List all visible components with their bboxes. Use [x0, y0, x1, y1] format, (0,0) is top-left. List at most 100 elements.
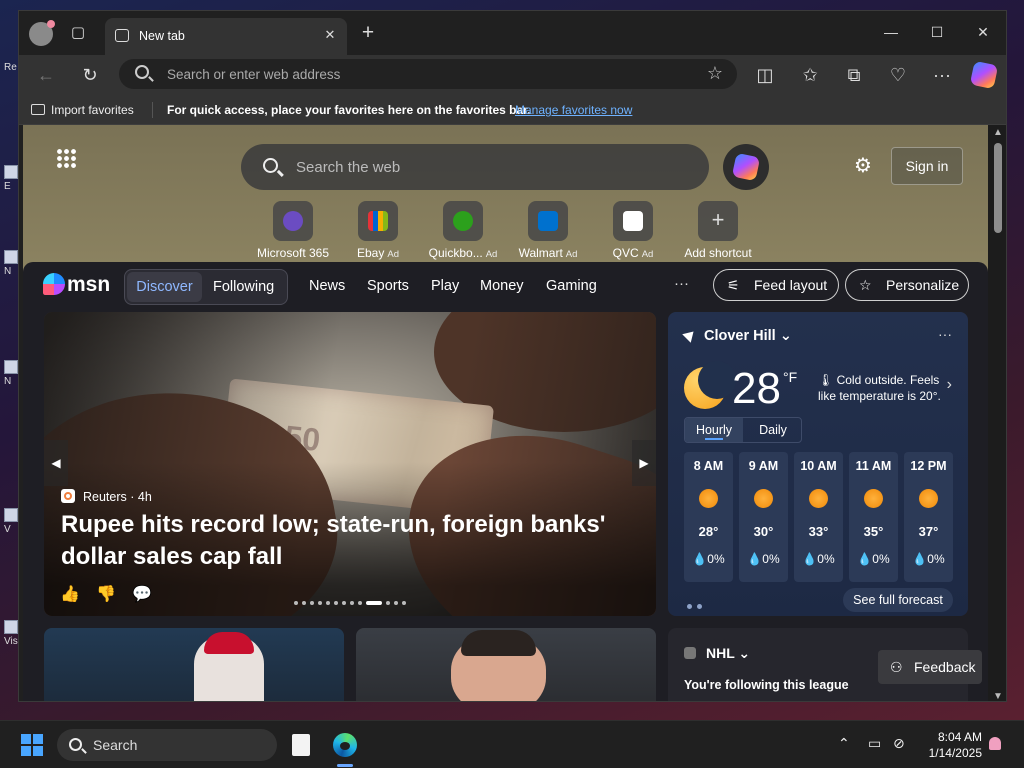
- refresh-button[interactable]: ↻: [78, 63, 102, 87]
- hour-item[interactable]: 11 AM 35° 💧0%: [849, 452, 898, 582]
- chevron-right-icon[interactable]: ›: [947, 376, 952, 394]
- news-source: Reuters · 4h: [61, 489, 152, 504]
- close-window-button[interactable]: ✕: [971, 21, 995, 43]
- close-tab-icon[interactable]: ✕: [321, 26, 339, 44]
- display-icon[interactable]: ▭: [868, 735, 881, 752]
- weather-more-icon[interactable]: ···: [938, 326, 952, 342]
- scroll-down-icon[interactable]: ▼: [992, 691, 1004, 701]
- shortcut-quickbooks[interactable]: Quickbo... Ad: [423, 201, 503, 260]
- weather-description[interactable]: 🌡 Cold outside. Feels like temperature i…: [818, 372, 943, 404]
- hour-item[interactable]: 10 AM 33° 💧0%: [794, 452, 843, 582]
- sun-icon: [754, 489, 773, 508]
- shortcut-walmart[interactable]: Walmart Ad: [508, 201, 588, 260]
- split-screen-icon[interactable]: ◫: [753, 63, 777, 87]
- windows-start-icon[interactable]: [21, 734, 43, 756]
- weather-unit: °F: [783, 369, 798, 385]
- hour-item[interactable]: 9 AM 30° 💧0%: [739, 452, 788, 582]
- ad-badge: Ad: [387, 249, 399, 260]
- msn-logo[interactable]: msn: [43, 273, 110, 297]
- shortcut-ebay[interactable]: Ebay Ad: [338, 201, 418, 260]
- favorites-message: For quick access, place your favorites h…: [167, 103, 531, 117]
- carousel-indicator: [294, 594, 414, 605]
- news-card[interactable]: [356, 628, 656, 701]
- workspaces-icon[interactable]: ▢: [67, 22, 89, 44]
- nhl-league-dropdown[interactable]: NHL ⌄: [684, 645, 750, 662]
- tab-discover[interactable]: Discover: [127, 272, 202, 302]
- sliders-icon: ⚟: [727, 277, 740, 293]
- nav-sports[interactable]: Sports: [367, 278, 409, 294]
- ebay-icon: [368, 211, 388, 231]
- weather-page-dots[interactable]: [687, 597, 707, 612]
- comment-icon[interactable]: 💬: [132, 584, 152, 604]
- nav-news[interactable]: News: [309, 278, 345, 294]
- nav-money[interactable]: Money: [480, 278, 524, 294]
- back-button[interactable]: ←: [34, 63, 58, 87]
- import-favorites-button[interactable]: Import favorites: [31, 103, 134, 117]
- address-input[interactable]: Search or enter web address ☆: [119, 59, 737, 89]
- chevron-up-icon[interactable]: ⌃: [838, 735, 850, 752]
- personalize-button[interactable]: ☆ Personalize: [845, 269, 969, 301]
- nav-gaming[interactable]: Gaming: [546, 278, 597, 294]
- see-full-forecast-button[interactable]: See full forecast: [843, 588, 953, 612]
- hero-headline[interactable]: Rupee hits record low; state-run, foreig…: [61, 509, 621, 573]
- nav-play[interactable]: Play: [431, 278, 459, 294]
- weather-location[interactable]: Clover Hill ⌄: [682, 327, 792, 344]
- carousel-prev-button[interactable]: ◀: [44, 440, 68, 486]
- hour-item[interactable]: 12 PM 37° 💧0%: [904, 452, 953, 582]
- tab-hourly[interactable]: Hourly: [685, 418, 743, 442]
- scrollbar-thumb[interactable]: [994, 143, 1002, 233]
- page-scrollbar[interactable]: ▲ ▼: [988, 125, 1006, 701]
- feed-toggle: Discover Following: [124, 269, 288, 305]
- settings-gear-icon[interactable]: ⚙: [851, 154, 875, 178]
- feed-layout-button[interactable]: ⚟ Feed layout: [713, 269, 839, 301]
- maximize-button[interactable]: ☐: [925, 21, 949, 43]
- more-nav-icon[interactable]: ···: [674, 275, 689, 292]
- hour-time: 8 AM: [693, 459, 724, 473]
- shortcut-add[interactable]: + Add shortcut: [678, 201, 758, 260]
- web-search-box[interactable]: Search the web: [241, 144, 709, 190]
- shortcut-microsoft-365[interactable]: Microsoft 365: [253, 201, 333, 260]
- copilot-icon[interactable]: [969, 60, 999, 90]
- shortcut-qvc[interactable]: QVC Ad: [593, 201, 673, 260]
- hour-item[interactable]: 8 AM 28° 💧0%: [684, 452, 733, 582]
- tab-new-tab[interactable]: New tab ✕: [105, 18, 347, 55]
- thermometer-icon: 🌡: [818, 373, 834, 387]
- manage-favorites-link[interactable]: Manage favorites now: [515, 103, 632, 117]
- copilot-button[interactable]: [723, 144, 769, 190]
- notification-bell-icon[interactable]: [989, 737, 1001, 750]
- collections-icon[interactable]: ⧉: [842, 63, 866, 87]
- taskbar-search[interactable]: Search: [57, 729, 277, 761]
- hour-precip: 💧0%: [802, 552, 835, 566]
- hero-news-card[interactable]: ◀ ▶ Reuters · 4h Rupee hits record low; …: [44, 312, 656, 616]
- profile-avatar[interactable]: [29, 20, 55, 46]
- news-card-sports[interactable]: [44, 628, 344, 701]
- search-icon: [135, 65, 149, 79]
- scroll-up-icon[interactable]: ▲: [992, 127, 1004, 138]
- favorites-icon[interactable]: ✩: [798, 63, 822, 87]
- nhl-league-label: NHL: [706, 645, 735, 661]
- new-tab-button[interactable]: +: [357, 22, 379, 45]
- tab-following[interactable]: Following: [213, 272, 274, 302]
- clock[interactable]: 8:04 AM 1/14/2025: [918, 729, 982, 761]
- dislike-icon[interactable]: 👎: [96, 584, 116, 604]
- minimize-button[interactable]: —: [879, 21, 903, 43]
- microsoft-365-icon: [283, 211, 303, 231]
- clock-time: 8:04 AM: [937, 730, 982, 744]
- carousel-next-button[interactable]: ▶: [632, 440, 656, 486]
- like-icon[interactable]: 👍: [60, 584, 80, 604]
- feedback-button[interactable]: ⚇ Feedback: [878, 650, 982, 684]
- volume-muted-icon[interactable]: ⊘: [893, 735, 905, 752]
- reuters-icon: [61, 489, 75, 503]
- favorite-star-icon[interactable]: ☆: [707, 63, 723, 84]
- location-arrow-icon: [682, 327, 698, 343]
- hourly-forecast: 8 AM 28° 💧0% 9 AM 30° 💧0% 10 AM 33° 💧0% …: [684, 452, 954, 582]
- more-menu-icon[interactable]: ···: [930, 63, 954, 87]
- edge-icon[interactable]: [333, 733, 357, 757]
- browser-essentials-icon[interactable]: ♡: [886, 63, 910, 87]
- tab-daily[interactable]: Daily: [743, 418, 803, 442]
- file-icon[interactable]: [292, 734, 310, 756]
- app-launcher-icon[interactable]: [56, 148, 76, 168]
- sun-icon: [864, 489, 883, 508]
- sign-in-button[interactable]: Sign in: [891, 147, 963, 185]
- sparkle-star-icon: ☆: [859, 277, 872, 293]
